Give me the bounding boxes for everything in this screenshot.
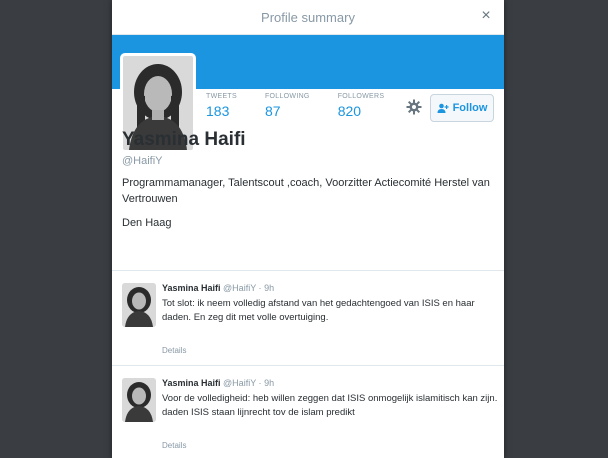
tweet-timestamp[interactable]: 9h — [264, 378, 274, 388]
profile-handle[interactable]: @HaifiY — [122, 155, 163, 167]
stat-followers[interactable]: FOLLOWERS 820 — [338, 93, 385, 119]
gear-icon[interactable] — [406, 99, 422, 115]
profile-header: TWEETS 183 FOLLOWING 87 FOLLOWERS 820 Fo… — [112, 53, 504, 177]
stat-value: 87 — [264, 103, 281, 119]
modal-title: Profile summary — [261, 9, 355, 25]
modal-header: Profile summary × — [112, 0, 504, 35]
profile-summary-modal: Profile summary × TWEETS 183 FOLLOWING 8… — [112, 0, 504, 458]
modal-backdrop-left[interactable] — [0, 0, 112, 458]
tweet-separator: · — [258, 283, 262, 293]
tweet-header: Yasmina Haifi @HaifiY · 9h — [162, 378, 274, 388]
tweet-text: Tot slot: ik neem volledig afstand van h… — [162, 298, 475, 323]
tweet-list: Yasmina Haifi @HaifiY · 9h Tot slot: ik … — [112, 270, 504, 458]
tweet-author-handle[interactable]: @HaifiY — [223, 378, 256, 388]
stat-following[interactable]: FOLLOWING 87 — [265, 93, 310, 119]
stat-tweets[interactable]: TWEETS 183 — [206, 93, 237, 119]
stat-label: FOLLOWING — [264, 93, 310, 100]
profile-bio: Programmamanager, Talentscout ,coach, Vo… — [122, 177, 490, 205]
profile-location: Den Haag — [122, 217, 172, 229]
tweet-timestamp[interactable]: 9h — [264, 283, 274, 293]
tweet-text: Voor de volledigheid: heb willen zeggen … — [162, 393, 498, 418]
stat-value: 820 — [337, 103, 362, 119]
follow-label: Follow — [452, 102, 488, 114]
avatar[interactable] — [122, 378, 156, 422]
tweet-item[interactable]: Yasmina Haifi @HaifiY · 9h Voor de volle… — [112, 366, 504, 458]
close-icon[interactable]: × — [478, 8, 494, 24]
follow-button[interactable]: Follow — [430, 94, 494, 122]
tweet-item[interactable]: Yasmina Haifi @HaifiY · 9h Tot slot: ik … — [112, 271, 504, 366]
profile-stats: TWEETS 183 FOLLOWING 87 FOLLOWERS 820 — [206, 93, 412, 119]
avatar[interactable] — [122, 283, 156, 327]
tweet-separator: · — [258, 378, 262, 388]
tweet-author-name[interactable]: Yasmina Haifi — [162, 283, 221, 293]
tweet-author-handle[interactable]: @HaifiY — [223, 283, 256, 293]
modal-backdrop-right[interactable] — [504, 0, 608, 458]
tweet-details-link[interactable]: Details — [162, 441, 186, 450]
stat-label: TWEETS — [206, 93, 237, 100]
tweet-details-link[interactable]: Details — [162, 346, 186, 355]
profile-name: Yasmina Haifi — [122, 129, 246, 150]
tweet-header: Yasmina Haifi @HaifiY · 9h — [162, 283, 274, 293]
tweet-author-name[interactable]: Yasmina Haifi — [162, 378, 221, 388]
stat-label: FOLLOWERS — [337, 93, 385, 100]
stat-value: 183 — [206, 103, 230, 119]
add-user-icon — [437, 103, 449, 113]
